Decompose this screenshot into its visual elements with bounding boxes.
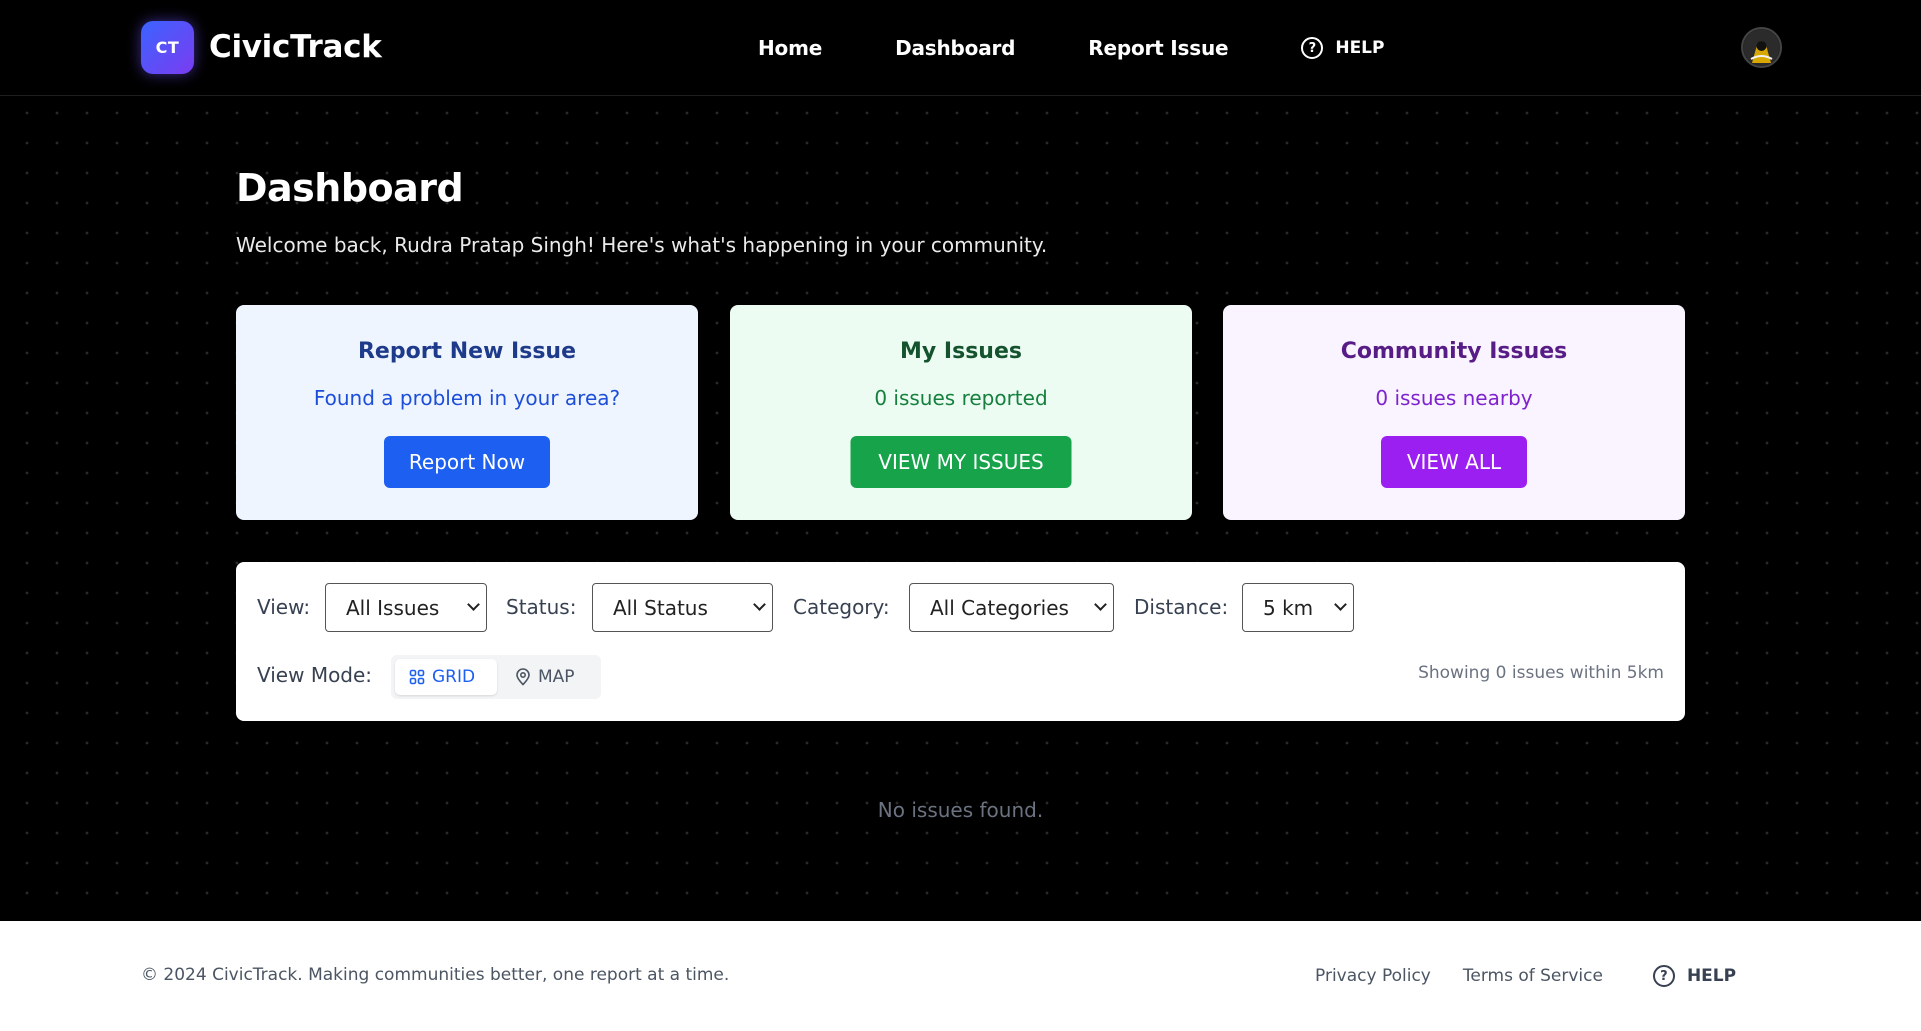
footer-help-button[interactable]: ? HELP <box>1652 965 1737 987</box>
chevron-down-icon <box>1094 598 1107 611</box>
page-title: Dashboard <box>236 166 464 210</box>
app-name[interactable]: CivicTrack <box>209 24 382 70</box>
logo-badge[interactable]: CT <box>141 21 194 74</box>
chevron-down-icon <box>1334 598 1347 611</box>
category-filter-label: Category: <box>793 595 890 619</box>
report-now-button[interactable]: Report Now <box>384 436 550 488</box>
help-icon: ? <box>1301 37 1324 59</box>
nav-help-button[interactable]: ? HELP <box>1301 37 1384 59</box>
map-view-label: MAP <box>538 667 575 687</box>
view-all-button[interactable]: VIEW ALL <box>1381 436 1527 488</box>
footer: © 2024 CivicTrack. Making communities be… <box>0 921 1921 1031</box>
card-title: Community Issues <box>1340 339 1568 364</box>
status-filter-label: Status: <box>506 595 577 619</box>
community-issues-card: Community Issues 0 issues nearby VIEW AL… <box>1223 305 1685 520</box>
report-new-issue-card: Report New Issue Found a problem in your… <box>236 305 698 520</box>
view-mode-toggle: GRID MAP <box>391 655 601 699</box>
nav-dashboard[interactable]: Dashboard <box>895 28 1015 68</box>
status-select[interactable]: All Status <box>592 583 773 632</box>
terms-of-service-link[interactable]: Terms of Service <box>1463 966 1603 986</box>
card-subtitle: 0 issues reported <box>874 386 1048 410</box>
help-icon: ? <box>1652 965 1675 987</box>
privacy-policy-link[interactable]: Privacy Policy <box>1315 966 1431 986</box>
top-navbar: CT CivicTrack Home Dashboard Report Issu… <box>0 0 1921 96</box>
user-avatar-icon <box>1743 29 1780 66</box>
view-filter-label: View: <box>257 595 311 619</box>
nav-home[interactable]: Home <box>758 28 822 68</box>
category-select[interactable]: All Categories <box>909 583 1114 632</box>
category-select-value: All Categories <box>930 595 1069 620</box>
copyright-text: © 2024 CivicTrack. Making communities be… <box>141 965 730 985</box>
distance-select[interactable]: 5 km <box>1242 583 1354 632</box>
main-nav: Home Dashboard Report Issue ? HELP <box>758 28 1384 68</box>
nav-report-issue[interactable]: Report Issue <box>1088 28 1228 68</box>
results-count: Showing 0 issues within 5km <box>1418 663 1664 683</box>
filter-panel: View: All Issues Status: All Status Cate… <box>236 562 1685 721</box>
grid-icon <box>409 669 425 685</box>
my-issues-card: My Issues 0 issues reported VIEW MY ISSU… <box>730 305 1192 520</box>
chevron-down-icon <box>467 598 480 611</box>
chevron-down-icon <box>753 598 766 611</box>
card-title: My Issues <box>900 339 1022 364</box>
view-mode-label: View Mode: <box>257 663 373 687</box>
distance-filter-label: Distance: <box>1134 595 1229 619</box>
empty-state-message: No issues found. <box>877 798 1044 822</box>
footer-links: Privacy Policy Terms of Service ? HELP <box>1315 965 1736 987</box>
grid-view-label: GRID <box>432 667 476 687</box>
nav-help-label: HELP <box>1335 38 1385 58</box>
grid-view-button[interactable]: GRID <box>395 659 497 695</box>
avatar[interactable] <box>1741 27 1782 68</box>
distance-select-value: 5 km <box>1263 595 1314 620</box>
view-select-value: All Issues <box>346 595 440 620</box>
view-my-issues-button[interactable]: VIEW MY ISSUES <box>850 436 1072 488</box>
status-select-value: All Status <box>613 595 708 620</box>
map-view-button[interactable]: MAP <box>501 659 589 695</box>
footer-help-label: HELP <box>1686 966 1737 986</box>
welcome-message: Welcome back, Rudra Pratap Singh! Here's… <box>236 233 1048 257</box>
card-subtitle: Found a problem in your area? <box>313 386 621 410</box>
card-title: Report New Issue <box>357 339 577 364</box>
card-subtitle: 0 issues nearby <box>1375 386 1533 410</box>
view-select[interactable]: All Issues <box>325 583 487 632</box>
map-pin-icon <box>515 668 531 686</box>
